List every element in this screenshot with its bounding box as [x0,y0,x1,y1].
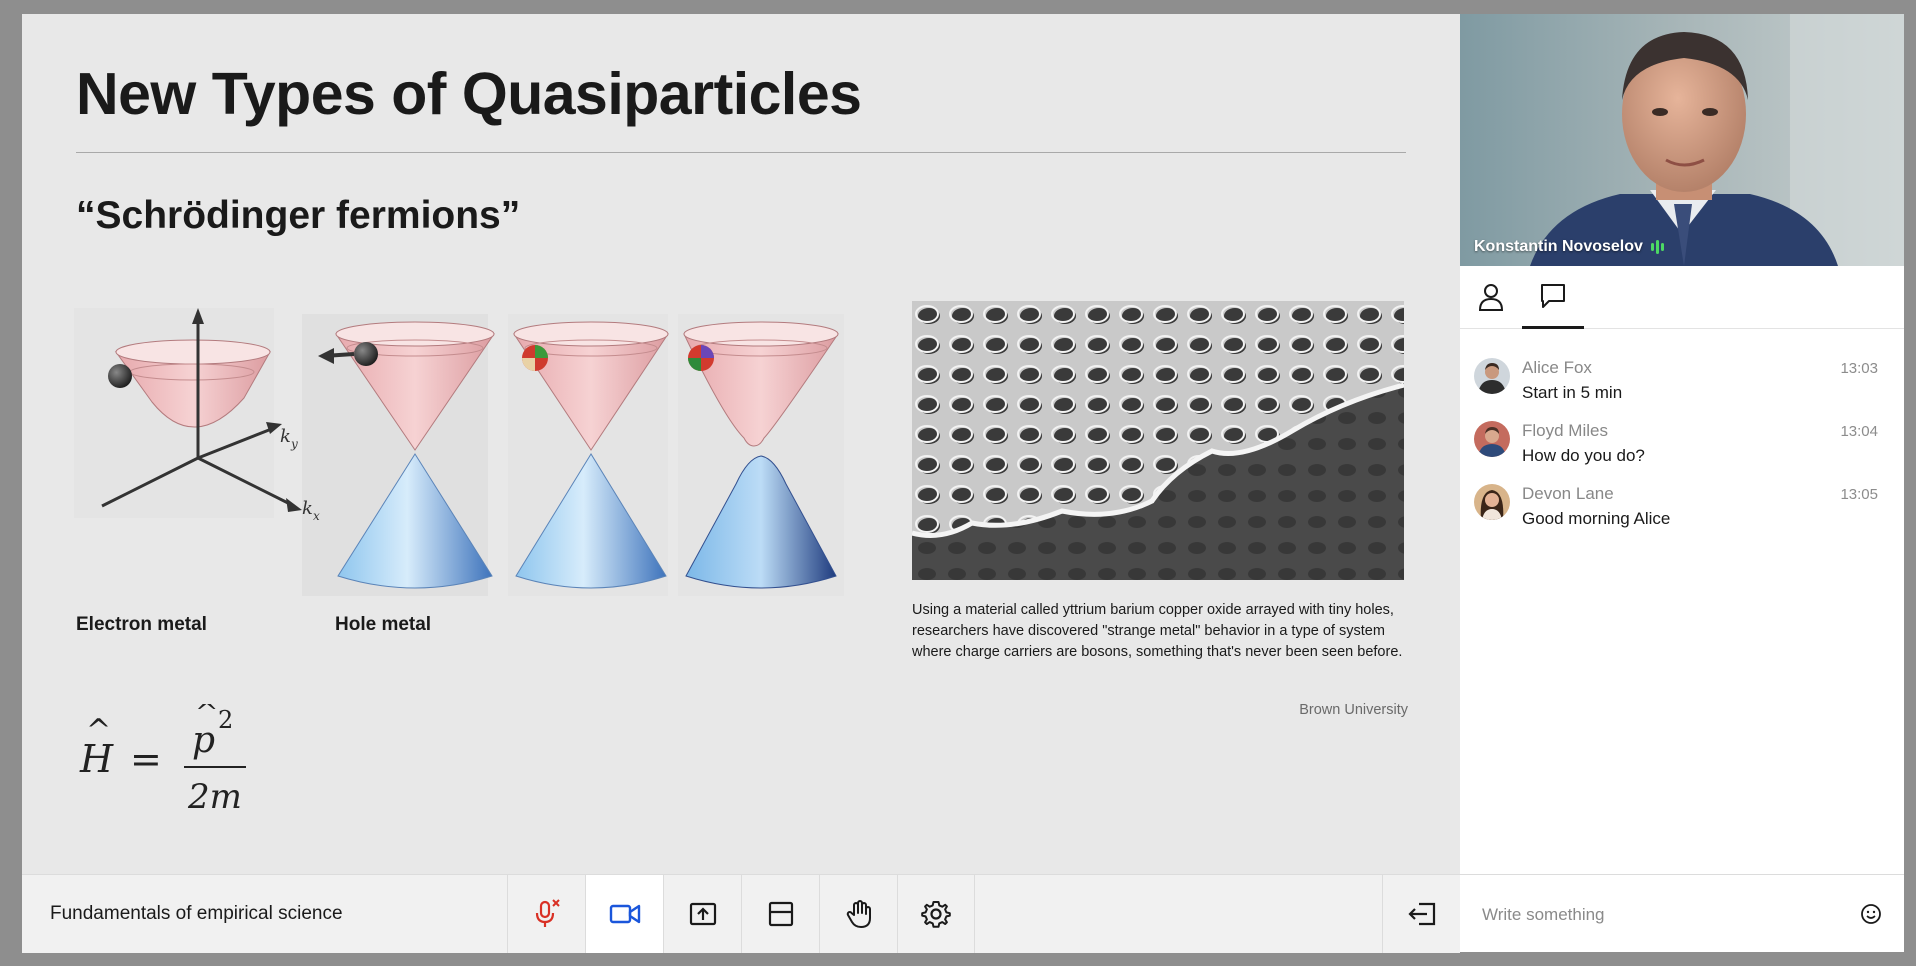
share-screen-button[interactable] [663,875,741,953]
mute-microphone-button[interactable] [507,875,585,953]
chat-message-list: Alice Fox 13:03 Start in 5 min Floyd Mil… [1460,358,1904,547]
meeting-title: Fundamentals of empirical science [50,903,343,924]
band-structure-illustration: k y k x [74,308,844,596]
message-author: Alice Fox [1522,358,1592,377]
caption-hole-metal: Hole metal [335,614,432,635]
tab-participants[interactable] [1460,266,1522,328]
slide-subtitle: “Schrödinger fermions” [76,194,521,237]
equation-hat: ^ [86,713,111,748]
leave-meeting-button[interactable] [1382,875,1460,953]
message-time: 13:05 [1840,486,1878,503]
speaking-indicator-icon [1650,240,1664,254]
ky-axis-subscript: y [290,437,298,451]
speaker-video-feed [1460,14,1904,266]
video-meeting-app: New Types of Quasiparticles “Schrödinger… [22,14,1904,953]
layout-icon [768,901,793,927]
leave-icon [1407,902,1435,926]
chat-message: Alice Fox 13:03 Start in 5 min [1460,358,1904,421]
presentation-slide: New Types of Quasiparticles “Schrödinger… [22,14,1460,874]
chat-composer [1460,874,1904,952]
equation-denominator: 2m [187,777,242,817]
photo-credit: Brown University [1299,702,1408,718]
message-text: Start in 5 min [1522,383,1623,402]
message-text: How do you do? [1522,446,1645,465]
ky-axis-label: k [280,426,291,447]
chat-message: Devon Lane 13:05 Good morning Alice [1460,484,1904,547]
equation-exponent: 2 [218,706,233,734]
chat-bubble-icon [1541,284,1565,308]
gear-icon [921,901,951,928]
chat-message-input[interactable] [1480,899,1844,931]
hamiltonian-equation: H ^ = p ^ 2 2m [79,704,246,817]
speaker-name-label: Konstantin Novoselov [1474,238,1664,256]
equation-equals: = [130,737,162,781]
video-camera-icon [609,904,640,924]
caption-electron-metal: Electron metal [76,614,207,635]
raise-hand-icon [846,900,871,928]
avatar [1474,358,1510,394]
kx-axis-subscript: x [313,509,320,523]
title-divider [76,152,1406,153]
message-author: Devon Lane [1522,484,1614,503]
message-time: 13:04 [1840,423,1878,440]
avatar [1474,484,1510,520]
kx-axis-label: k [302,498,313,519]
speaker-video-tile[interactable]: Konstantin Novoselov [1460,14,1904,266]
micrograph-image [912,301,1404,580]
tab-chat[interactable] [1522,266,1584,329]
message-time: 13:03 [1840,360,1878,377]
share-screen-icon [689,902,716,926]
meeting-toolbar: Fundamentals of empirical science [22,874,1460,953]
side-panel: Alice Fox 13:03 Start in 5 min Floyd Mil… [1460,266,1904,874]
slide-title: New Types of Quasiparticles [76,61,862,127]
raise-hand-button[interactable] [819,875,897,953]
message-author: Floyd Miles [1522,421,1608,440]
speaker-name: Konstantin Novoselov [1474,238,1643,255]
toggle-video-button[interactable] [585,875,663,953]
settings-button[interactable] [897,875,975,953]
message-text: Good morning Alice [1522,509,1671,528]
equation-numerator-hat: ^ [195,704,218,729]
change-layout-button[interactable] [741,875,819,953]
photo-caption: Using a material called yttrium barium c… [912,602,1403,660]
emoji-icon[interactable] [1860,903,1882,925]
chat-message: Floyd Miles 13:04 How do you do? [1460,421,1904,484]
person-icon [1478,284,1504,311]
avatar [1474,421,1510,457]
panel-tabs [1460,266,1904,329]
mic-muted-icon [535,899,560,927]
